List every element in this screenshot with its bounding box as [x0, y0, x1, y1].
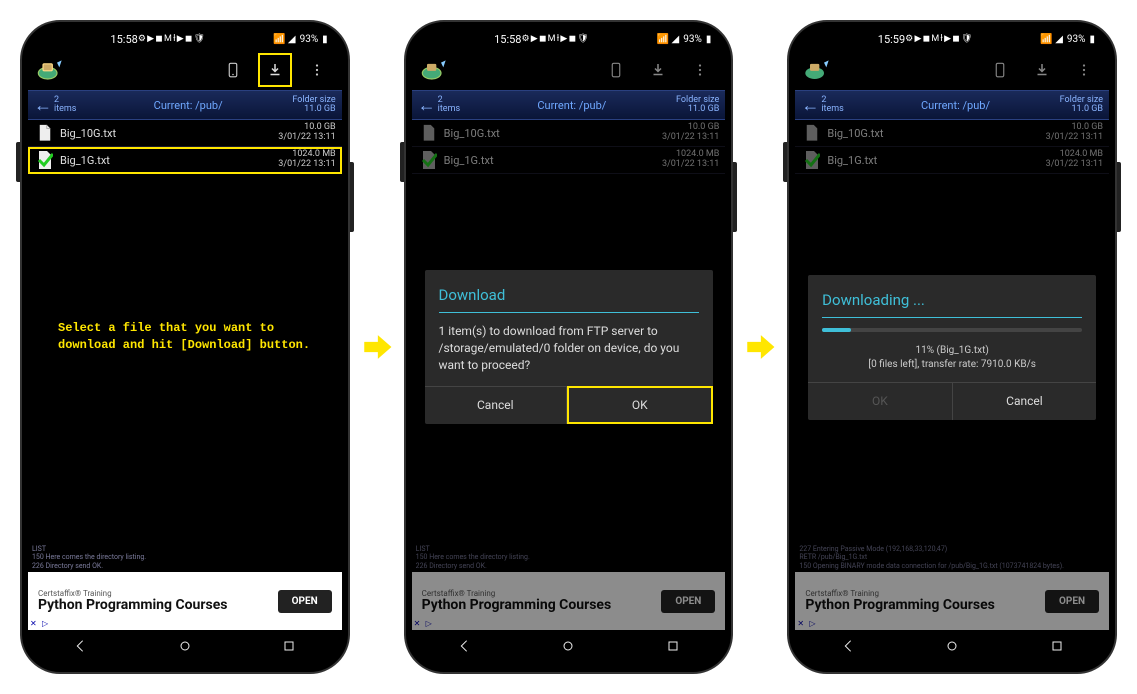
ad-info-icon[interactable]: ▷	[809, 619, 815, 628]
file-row-selected[interactable]: Big_1G.txt 1024.0 MB 3/01/22 13:11	[28, 147, 342, 174]
download-button[interactable]	[641, 53, 675, 87]
back-arrow-icon[interactable]: ←	[801, 95, 821, 116]
battery-icon: ▮	[322, 34, 328, 45]
file-row[interactable]: Big_10G.txt 10.0 GB3/01/22 13:11	[795, 120, 1109, 147]
nav-home-icon[interactable]	[560, 638, 576, 658]
phone-3: 15:59 ⚙ ▶ ◼ M ł ▶ ◼ 🛡 📶 ◢ 93% ▮ ← 2items…	[787, 20, 1117, 674]
current-path: Current: /pub/	[84, 99, 292, 112]
item-count-label: items	[54, 105, 84, 114]
ftp-log: LIST150 Here comes the directory listing…	[412, 543, 726, 572]
ad-open-button[interactable]: OPEN	[661, 590, 715, 613]
overflow-menu-button[interactable]	[300, 53, 334, 87]
file-icon	[34, 124, 56, 142]
file-name: Big_10G.txt	[60, 127, 278, 140]
folder-size-value: 11.0 GB	[292, 105, 335, 114]
ad-banner[interactable]: Certstaffix® Training Python Programming…	[28, 572, 342, 630]
file-checked-icon	[34, 151, 56, 169]
ad-info-icon[interactable]: ▷	[42, 619, 48, 628]
nav-recent-icon[interactable]	[281, 638, 297, 658]
system-nav-bar	[28, 630, 342, 666]
ad-open-button[interactable]: OPEN	[278, 590, 332, 613]
download-button[interactable]	[1025, 53, 1059, 87]
nav-recent-icon[interactable]	[665, 638, 681, 658]
nav-home-icon[interactable]	[944, 638, 960, 658]
flow-arrow-icon	[360, 330, 394, 364]
ad-info-icon[interactable]: ▷	[426, 619, 432, 628]
ad-title: Python Programming Courses	[38, 598, 268, 613]
overflow-menu-button[interactable]	[1067, 53, 1101, 87]
file-row[interactable]: Big_1G.txt 1024.0 MB3/01/22 13:11	[412, 147, 726, 174]
ad-close-icon[interactable]: ✕	[414, 619, 421, 628]
status-bar: 15:59 ⚙ ▶ ◼ M ł ▶ ◼ 🛡 📶 ◢ 93% ▮	[795, 28, 1109, 50]
device-button[interactable]	[983, 53, 1017, 87]
signal-icons: 📶 ◢	[273, 34, 296, 45]
overflow-menu-button[interactable]	[683, 53, 717, 87]
back-arrow-icon[interactable]: ←	[34, 95, 54, 116]
nav-home-icon[interactable]	[177, 638, 193, 658]
file-list[interactable]: Big_10G.txt 10.0 GB 3/01/22 13:11 Big_1G…	[28, 120, 342, 572]
nav-recent-icon[interactable]	[1049, 638, 1065, 658]
file-row[interactable]: Big_1G.txt 1024.0 MB3/01/22 13:11	[795, 147, 1109, 174]
app-logo-icon[interactable]	[36, 59, 64, 81]
app-logo-icon[interactable]	[420, 59, 448, 81]
path-bar: ← 2 items Current: /pub/ Folder size 11.…	[28, 90, 342, 120]
device-button[interactable]	[216, 53, 250, 87]
ad-banner[interactable]: Certstaffix® TrainingPython Programming …	[795, 572, 1109, 630]
app-logo-icon[interactable]	[803, 59, 831, 81]
status-bar: 15:58 ⚙ ▶ ◼ M ł ▶ ◼ 🛡 📶 ◢ 93% ▮	[412, 28, 726, 50]
nav-back-icon[interactable]	[456, 638, 472, 658]
file-date: 3/01/22 13:11	[278, 160, 335, 170]
file-row[interactable]: Big_10G.txt 10.0 GB 3/01/22 13:11	[28, 120, 342, 147]
back-arrow-icon[interactable]: ←	[418, 95, 438, 116]
file-row[interactable]: Big_10G.txt 10.0 GB3/01/22 13:11	[412, 120, 726, 147]
phone-2: 15:58 ⚙ ▶ ◼ M ł ▶ ◼ 🛡 📶 ◢ 93% ▮ ← 2items…	[404, 20, 734, 674]
ad-close-icon[interactable]: ✕	[797, 619, 804, 628]
clock: 15:58	[110, 33, 137, 46]
device-button[interactable]	[599, 53, 633, 87]
download-button[interactable]	[258, 53, 292, 87]
status-icons-mid: ⚙ ▶ ◼ M ł ▶ ◼ 🛡	[138, 34, 205, 44]
instruction-overlay: Select a file that you want to download …	[58, 320, 322, 354]
ad-banner[interactable]: Certstaffix® TrainingPython Programming …	[412, 572, 726, 630]
ad-open-button[interactable]: OPEN	[1045, 590, 1099, 613]
ad-close-icon[interactable]: ✕	[30, 619, 37, 628]
ftp-log: LIST 150 Here comes the directory listin…	[28, 543, 342, 572]
phone-1: 15:58 ⚙ ▶ ◼ M ł ▶ ◼ 🛡 📶 ◢ 93% ▮	[20, 20, 350, 674]
battery-percent: 93%	[300, 34, 319, 45]
file-name: Big_1G.txt	[60, 154, 278, 167]
status-bar: 15:58 ⚙ ▶ ◼ M ł ▶ ◼ 🛡 📶 ◢ 93% ▮	[28, 28, 342, 50]
flow-arrow-icon	[743, 330, 777, 364]
ftp-log: 227 Entering Passive Mode (192,168,33,12…	[795, 543, 1109, 572]
app-toolbar	[28, 50, 342, 90]
nav-back-icon[interactable]	[72, 638, 88, 658]
file-date: 3/01/22 13:11	[278, 133, 335, 143]
nav-back-icon[interactable]	[840, 638, 856, 658]
